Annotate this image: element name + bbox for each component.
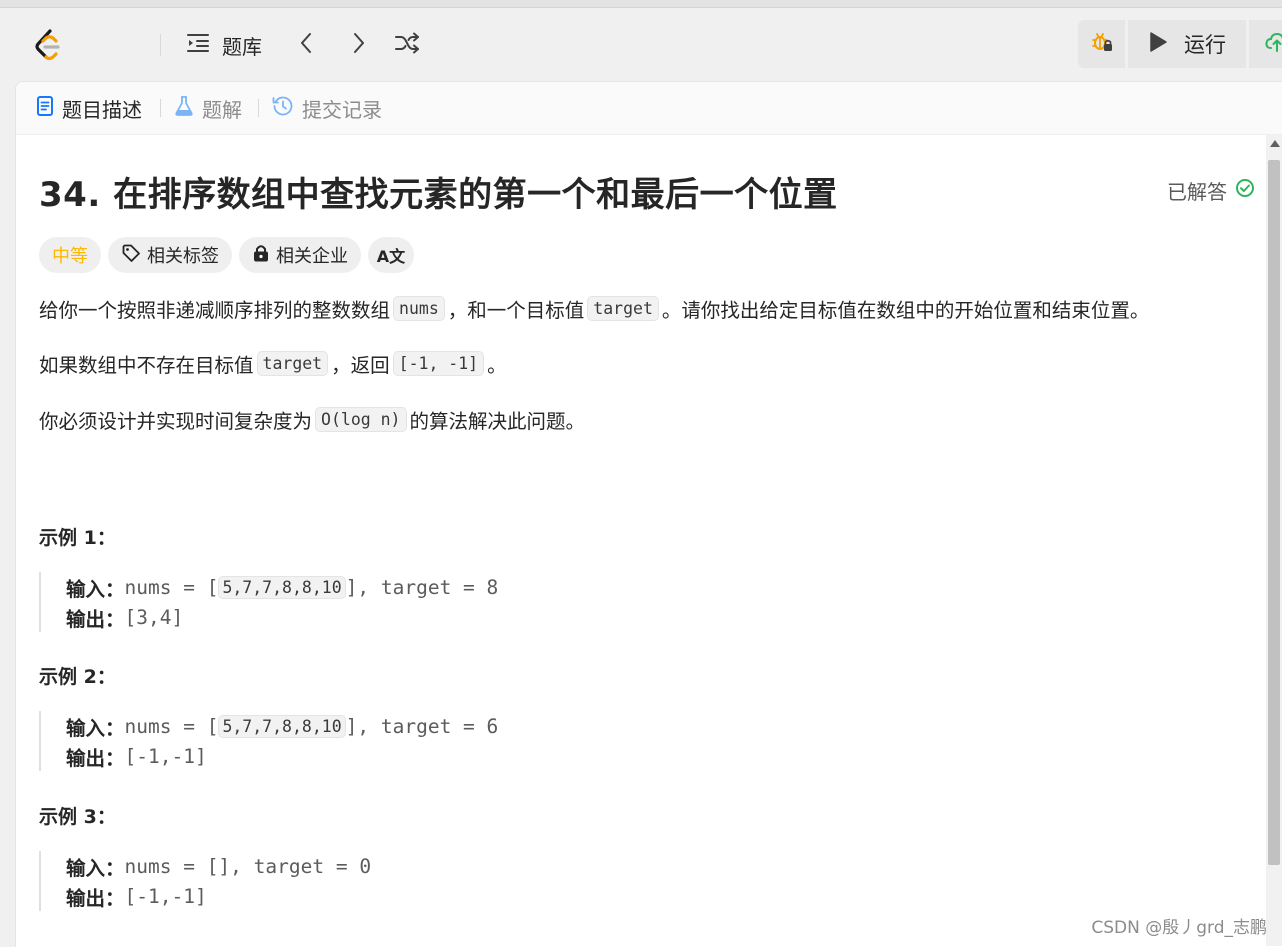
tag-icon — [121, 243, 141, 268]
related-tags-button[interactable]: 相关标签 — [108, 237, 232, 273]
translate-button[interactable]: A文 — [368, 237, 414, 273]
example-output-label: 输出： — [66, 607, 125, 631]
example-input-label: 输入： — [66, 856, 125, 880]
list-icon — [186, 32, 210, 59]
next-problem-button[interactable] — [341, 28, 375, 62]
tab-divider — [258, 99, 259, 117]
document-icon — [36, 95, 54, 122]
example-input-text: nums = [ — [124, 575, 219, 599]
example-input-text: ], target = 8 — [345, 575, 499, 599]
run-label: 运行 — [1184, 33, 1226, 57]
example-output-label: 输出： — [66, 746, 125, 770]
example-input-text: ], target = 6 — [345, 714, 499, 738]
desc-text: 如果数组中不存在目标值 — [39, 354, 254, 377]
example-input-line: 输入： nums = [ 5,7,7,8,8,10 ], target = 8 — [66, 572, 739, 602]
tab-solutions-label: 题解 — [202, 97, 242, 122]
example-block: 输入： nums = [], target = 0 输出： [-1,-1] — [39, 851, 739, 911]
example-input-line: 输入： nums = [ 5,7,7,8,8,10 ], target = 6 — [66, 711, 739, 741]
inline-code: nums — [393, 296, 445, 321]
example-title: 示例 1： — [39, 527, 116, 549]
tab-solutions[interactable]: 题解 — [174, 94, 242, 122]
shuffle-icon — [394, 32, 420, 58]
tab-divider — [160, 99, 161, 117]
problem-content: 34. 在排序数组中查找元素的第一个和最后一个位置 已解答 中等 相关标签 相关… — [39, 134, 1259, 947]
example-output-value: [3,4] — [124, 605, 184, 629]
problem-list-label: 题库 — [222, 34, 262, 59]
description-paragraph-1: 给你一个按照非递减顺序排列的整数数组 nums ，和一个目标值 target 。… — [39, 294, 1149, 323]
tab-submissions[interactable]: 提交记录 — [272, 94, 382, 122]
difficulty-badge: 中等 — [39, 237, 101, 273]
run-button[interactable]: 运行 — [1128, 20, 1246, 68]
window-top-edge — [0, 0, 1282, 8]
related-tags-label: 相关标签 — [147, 246, 219, 267]
problem-panel: 题目描述 题解 提交记录 34. 在排序数组中查找元素的第一个和最后一个位置 已… — [15, 81, 1282, 947]
problem-tags: 中等 相关标签 相关企业 A文 — [39, 237, 414, 273]
flask-icon — [174, 95, 194, 122]
tab-description[interactable]: 题目描述 — [36, 94, 142, 122]
upload-icon — [1265, 31, 1282, 57]
chevron-left-icon — [299, 31, 315, 59]
example-input-label: 输入： — [66, 716, 125, 740]
example-title: 示例 3： — [39, 806, 116, 828]
problem-title: 34. 在排序数组中查找元素的第一个和最后一个位置 — [39, 175, 838, 215]
nav-divider — [160, 34, 161, 56]
random-problem-button[interactable] — [390, 28, 424, 62]
problem-list-button[interactable]: 题库 — [186, 28, 262, 62]
watermark: CSDN @殷丿grd_志鹏 — [1091, 918, 1267, 938]
scrollbar-thumb[interactable] — [1268, 160, 1280, 865]
vertical-scrollbar[interactable] — [1266, 134, 1282, 946]
example-output-line: 输出： [-1,-1] — [66, 881, 739, 911]
inline-code: [-1, -1] — [392, 351, 485, 376]
example-input-label: 输入： — [66, 577, 125, 601]
example-input-array: 5,7,7,8,8,10 — [218, 714, 346, 738]
top-navbar: 题库 运行 — [0, 8, 1282, 80]
translate-icon: A文 — [376, 247, 406, 266]
desc-text: 给你一个按照非递减顺序排列的整数数组 — [39, 299, 391, 322]
chevron-right-icon — [350, 31, 366, 59]
inline-code: target — [256, 351, 329, 376]
debug-lock-icon — [1090, 30, 1114, 58]
example-output-value: [-1,-1] — [124, 884, 207, 908]
example-title: 示例 2： — [39, 666, 116, 688]
example-input-text: nums = [ — [124, 714, 219, 738]
example-output-label: 输出： — [66, 886, 125, 910]
tab-description-label: 题目描述 — [62, 97, 142, 122]
solved-status-label: 已解答 — [1167, 180, 1227, 204]
description-paragraph-3: 你必须设计并实现时间复杂度为 O(log n) 的算法解决此问题。 — [39, 405, 585, 434]
example-input-array: 5,7,7,8,8,10 — [218, 575, 346, 599]
example-input-text: nums = [], target = 0 — [124, 854, 372, 878]
related-companies-label: 相关企业 — [276, 246, 348, 267]
example-input-line: 输入： nums = [], target = 0 — [66, 851, 739, 881]
example-output-line: 输出： [3,4] — [66, 602, 739, 632]
example-block: 输入： nums = [ 5,7,7,8,8,10 ], target = 8 … — [39, 572, 739, 632]
prev-problem-button[interactable] — [290, 28, 324, 62]
inline-code: target — [587, 296, 659, 321]
desc-text: 你必须设计并实现时间复杂度为 — [39, 410, 313, 433]
check-circle-icon — [1235, 178, 1255, 203]
tab-submissions-label: 提交记录 — [302, 97, 382, 122]
lock-icon — [252, 243, 270, 268]
desc-text: ，返回 — [331, 354, 390, 377]
desc-text: ，和一个目标值 — [447, 299, 585, 322]
history-icon — [272, 95, 294, 122]
panel-tabs: 题目描述 题解 提交记录 — [16, 82, 1282, 135]
submit-button[interactable] — [1249, 20, 1282, 68]
desc-text: 。 — [487, 354, 507, 377]
example-output-line: 输出： [-1,-1] — [66, 741, 739, 771]
solved-status: 已解答 — [1167, 176, 1255, 205]
description-paragraph-2: 如果数组中不存在目标值 target ，返回 [-1, -1] 。 — [39, 349, 507, 378]
desc-text: 的算法解决此问题。 — [409, 410, 586, 433]
example-output-value: [-1,-1] — [124, 744, 207, 768]
related-companies-button[interactable]: 相关企业 — [239, 237, 361, 273]
desc-text: 。请你找出给定目标值在数组中的开始位置和结束位置。 — [661, 299, 1150, 322]
debug-button[interactable] — [1078, 20, 1125, 68]
example-block: 输入： nums = [ 5,7,7,8,8,10 ], target = 6 … — [39, 711, 739, 771]
play-icon — [1148, 31, 1168, 58]
leetcode-logo[interactable] — [32, 28, 64, 62]
inline-code: O(log n) — [315, 407, 407, 432]
scroll-up-arrow-icon[interactable] — [1270, 140, 1280, 147]
